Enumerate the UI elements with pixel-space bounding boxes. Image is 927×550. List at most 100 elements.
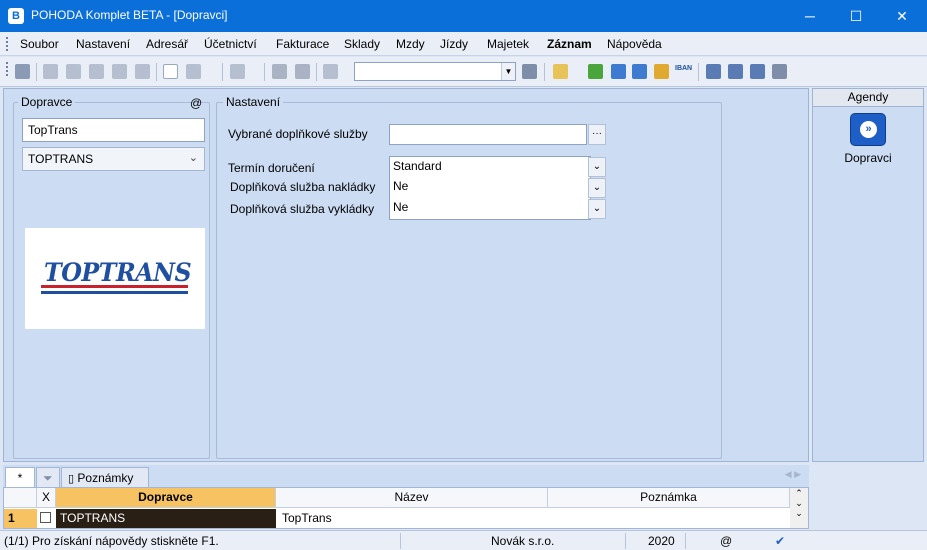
column-header-x[interactable]: X <box>37 488 56 508</box>
status-check-icon: ✔ <box>775 534 786 548</box>
toolbar-separator <box>316 63 317 81</box>
carriers-agenda-icon[interactable]: » <box>850 113 886 146</box>
table-row-note[interactable] <box>548 509 790 528</box>
filter-combo[interactable]: ▼ <box>354 62 516 81</box>
carrier-select-value: TOPTRANS <box>28 152 94 166</box>
extra-services-label: Vybrané doplňkové služby <box>228 127 368 141</box>
tab-notes[interactable]: ▯ Poznámky <box>61 467 149 487</box>
carrier-logo: TOPTRANS <box>25 228 205 329</box>
status-separator <box>400 533 401 549</box>
table-row-name[interactable]: TopTrans <box>278 509 548 528</box>
carriers-agenda-label[interactable]: Dopravci <box>813 151 923 165</box>
folder-icon[interactable] <box>553 64 568 79</box>
loading-service-dropdown[interactable]: ⌄ <box>588 178 606 198</box>
delivery-term-value[interactable]: Standard <box>393 159 442 173</box>
logo-stripe <box>41 285 188 288</box>
status-email-icon[interactable]: @ <box>720 534 732 548</box>
carrier-select[interactable]: TOPTRANS ⌄ <box>22 147 205 171</box>
agenda-header: Agendy <box>813 89 923 107</box>
column-header-carrier[interactable]: Dopravce <box>56 488 276 508</box>
checkbox[interactable] <box>40 512 51 523</box>
status-separator <box>685 533 686 549</box>
row-num-header <box>4 488 37 508</box>
carrier-name-input[interactable]: TopTrans <box>22 118 205 142</box>
table-icon[interactable] <box>632 64 647 79</box>
tab-scroll-arrows[interactable]: ◀ ▶ <box>785 469 801 480</box>
tab-filter[interactable]: ⏷ <box>36 467 60 487</box>
logo-text: TOPTRANS <box>44 258 192 287</box>
unloading-service-label: Doplňková služba vykládky <box>230 202 375 216</box>
filter-icon: ⏷ <box>43 471 53 485</box>
coins-icon[interactable] <box>654 64 669 79</box>
iban-icon[interactable]: IBAN <box>675 65 692 72</box>
menu-mzdy[interactable]: Mzdy <box>396 37 425 51</box>
message-icon[interactable] <box>706 64 721 79</box>
chevron-down-icon[interactable]: ▼ <box>501 63 515 80</box>
carrier-legend: Dopravce <box>18 95 76 109</box>
clipboard-icon[interactable] <box>323 64 338 79</box>
ellipsis-button[interactable]: ··· <box>588 124 606 145</box>
logo-stripe <box>41 291 188 294</box>
extra-services-input[interactable] <box>389 124 587 145</box>
toolbar-separator <box>544 63 545 81</box>
note-icon: ▯ <box>68 473 75 485</box>
records-grid: X Dopravce Název Poznámka 1 TOPTRANS Top… <box>3 487 809 529</box>
settings-values-box: Standard Ne Ne <box>389 156 591 220</box>
filter-icon[interactable] <box>522 64 537 79</box>
brush-icon[interactable] <box>186 64 201 79</box>
back-arrow-icon[interactable] <box>230 64 245 79</box>
settings-legend: Nastavení <box>223 95 284 109</box>
table-row-carrier[interactable]: TOPTRANS <box>56 509 276 528</box>
delivery-term-dropdown[interactable]: ⌄ <box>588 157 606 177</box>
report-icon[interactable] <box>750 64 765 79</box>
menu-zaznam[interactable]: Záznam <box>547 37 592 51</box>
table-row-checkbox[interactable] <box>37 509 56 528</box>
status-company: Novák s.r.o. <box>491 534 555 548</box>
save-record-icon[interactable] <box>135 64 150 79</box>
menu-nastaveni[interactable]: Nastavení <box>76 37 130 51</box>
toolbar-separator <box>222 63 223 81</box>
toolbar-separator <box>264 63 265 81</box>
agenda-sidebar: Agendy » Dopravci <box>812 88 924 462</box>
subagenda-tabs: * ⏷ ▯ Poznámky ◀ ▶ <box>3 465 809 487</box>
menu-grip-icon <box>6 37 8 51</box>
app-icon: B <box>8 8 24 24</box>
tab-notes-label: Poznámky <box>77 471 134 485</box>
new-record-icon[interactable] <box>43 64 58 79</box>
column-header-note[interactable]: Poznámka <box>548 488 790 508</box>
minimize-button[interactable]: ─ <box>787 0 833 32</box>
save-icon[interactable] <box>272 64 287 79</box>
menu-napoveda[interactable]: Nápověda <box>607 37 662 51</box>
calculator-icon[interactable] <box>611 64 626 79</box>
unloading-service-value[interactable]: Ne <box>393 200 408 214</box>
help-icon[interactable] <box>772 64 787 79</box>
status-help-text: (1/1) Pro získání nápovědy stiskněte F1. <box>4 534 219 548</box>
save-copy-icon[interactable] <box>295 64 310 79</box>
menu-ucetnictvi[interactable]: Účetnictví <box>204 37 257 51</box>
menu-majetek[interactable]: Majetek <box>487 37 529 51</box>
toolbar-separator <box>156 63 157 81</box>
menu-sklady[interactable]: Sklady <box>344 37 380 51</box>
tab-all[interactable]: * <box>5 467 35 487</box>
menu-adresar[interactable]: Adresář <box>146 37 188 51</box>
document-icon[interactable] <box>163 64 178 79</box>
menu-bar: Soubor Nastavení Adresář Účetnictví Fakt… <box>0 32 927 56</box>
menu-soubor[interactable]: Soubor <box>20 37 59 51</box>
menu-jizdy[interactable]: Jízdy <box>440 37 468 51</box>
list-icon[interactable] <box>728 64 743 79</box>
exit-icon[interactable] <box>15 64 30 79</box>
toolbar: ▼ IBAN <box>0 57 927 87</box>
grid-scrollbar[interactable]: ⌃ ⌄ ⌄ <box>790 488 808 528</box>
close-button[interactable]: ✕ <box>879 0 925 32</box>
edit-record-icon[interactable] <box>89 64 104 79</box>
unloading-service-dropdown[interactable]: ⌄ <box>588 199 606 219</box>
money-icon[interactable] <box>588 64 603 79</box>
maximize-button[interactable]: ☐ <box>833 0 879 32</box>
menu-fakturace[interactable]: Fakturace <box>276 37 329 51</box>
column-header-name[interactable]: Název <box>276 488 548 508</box>
loading-service-value[interactable]: Ne <box>393 179 408 193</box>
copy-record-icon[interactable] <box>66 64 81 79</box>
loading-service-label: Doplňková služba nakládky <box>230 180 376 194</box>
email-at-icon[interactable]: @ <box>190 96 202 110</box>
delete-record-icon[interactable] <box>112 64 127 79</box>
